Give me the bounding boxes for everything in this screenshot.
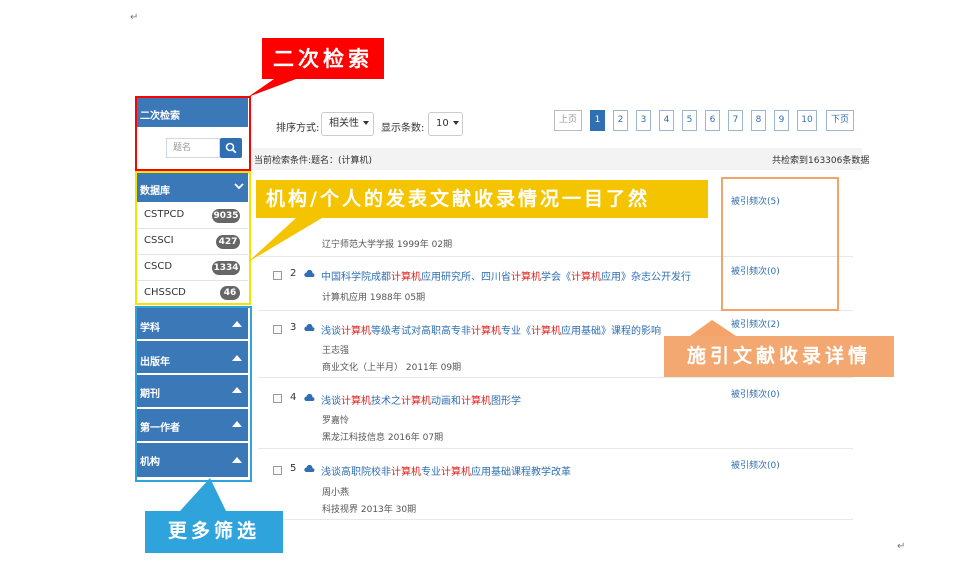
- callout-citation-details: 施引文献收录详情: [664, 336, 894, 377]
- callout-institution: 机构/个人的发表文献收录情况一目了然: [256, 180, 708, 218]
- callout-secondary-search: 二次检索: [262, 38, 384, 79]
- callout-pointers: [180, 79, 736, 511]
- callout-more-filters: 更多筛选: [145, 511, 283, 553]
